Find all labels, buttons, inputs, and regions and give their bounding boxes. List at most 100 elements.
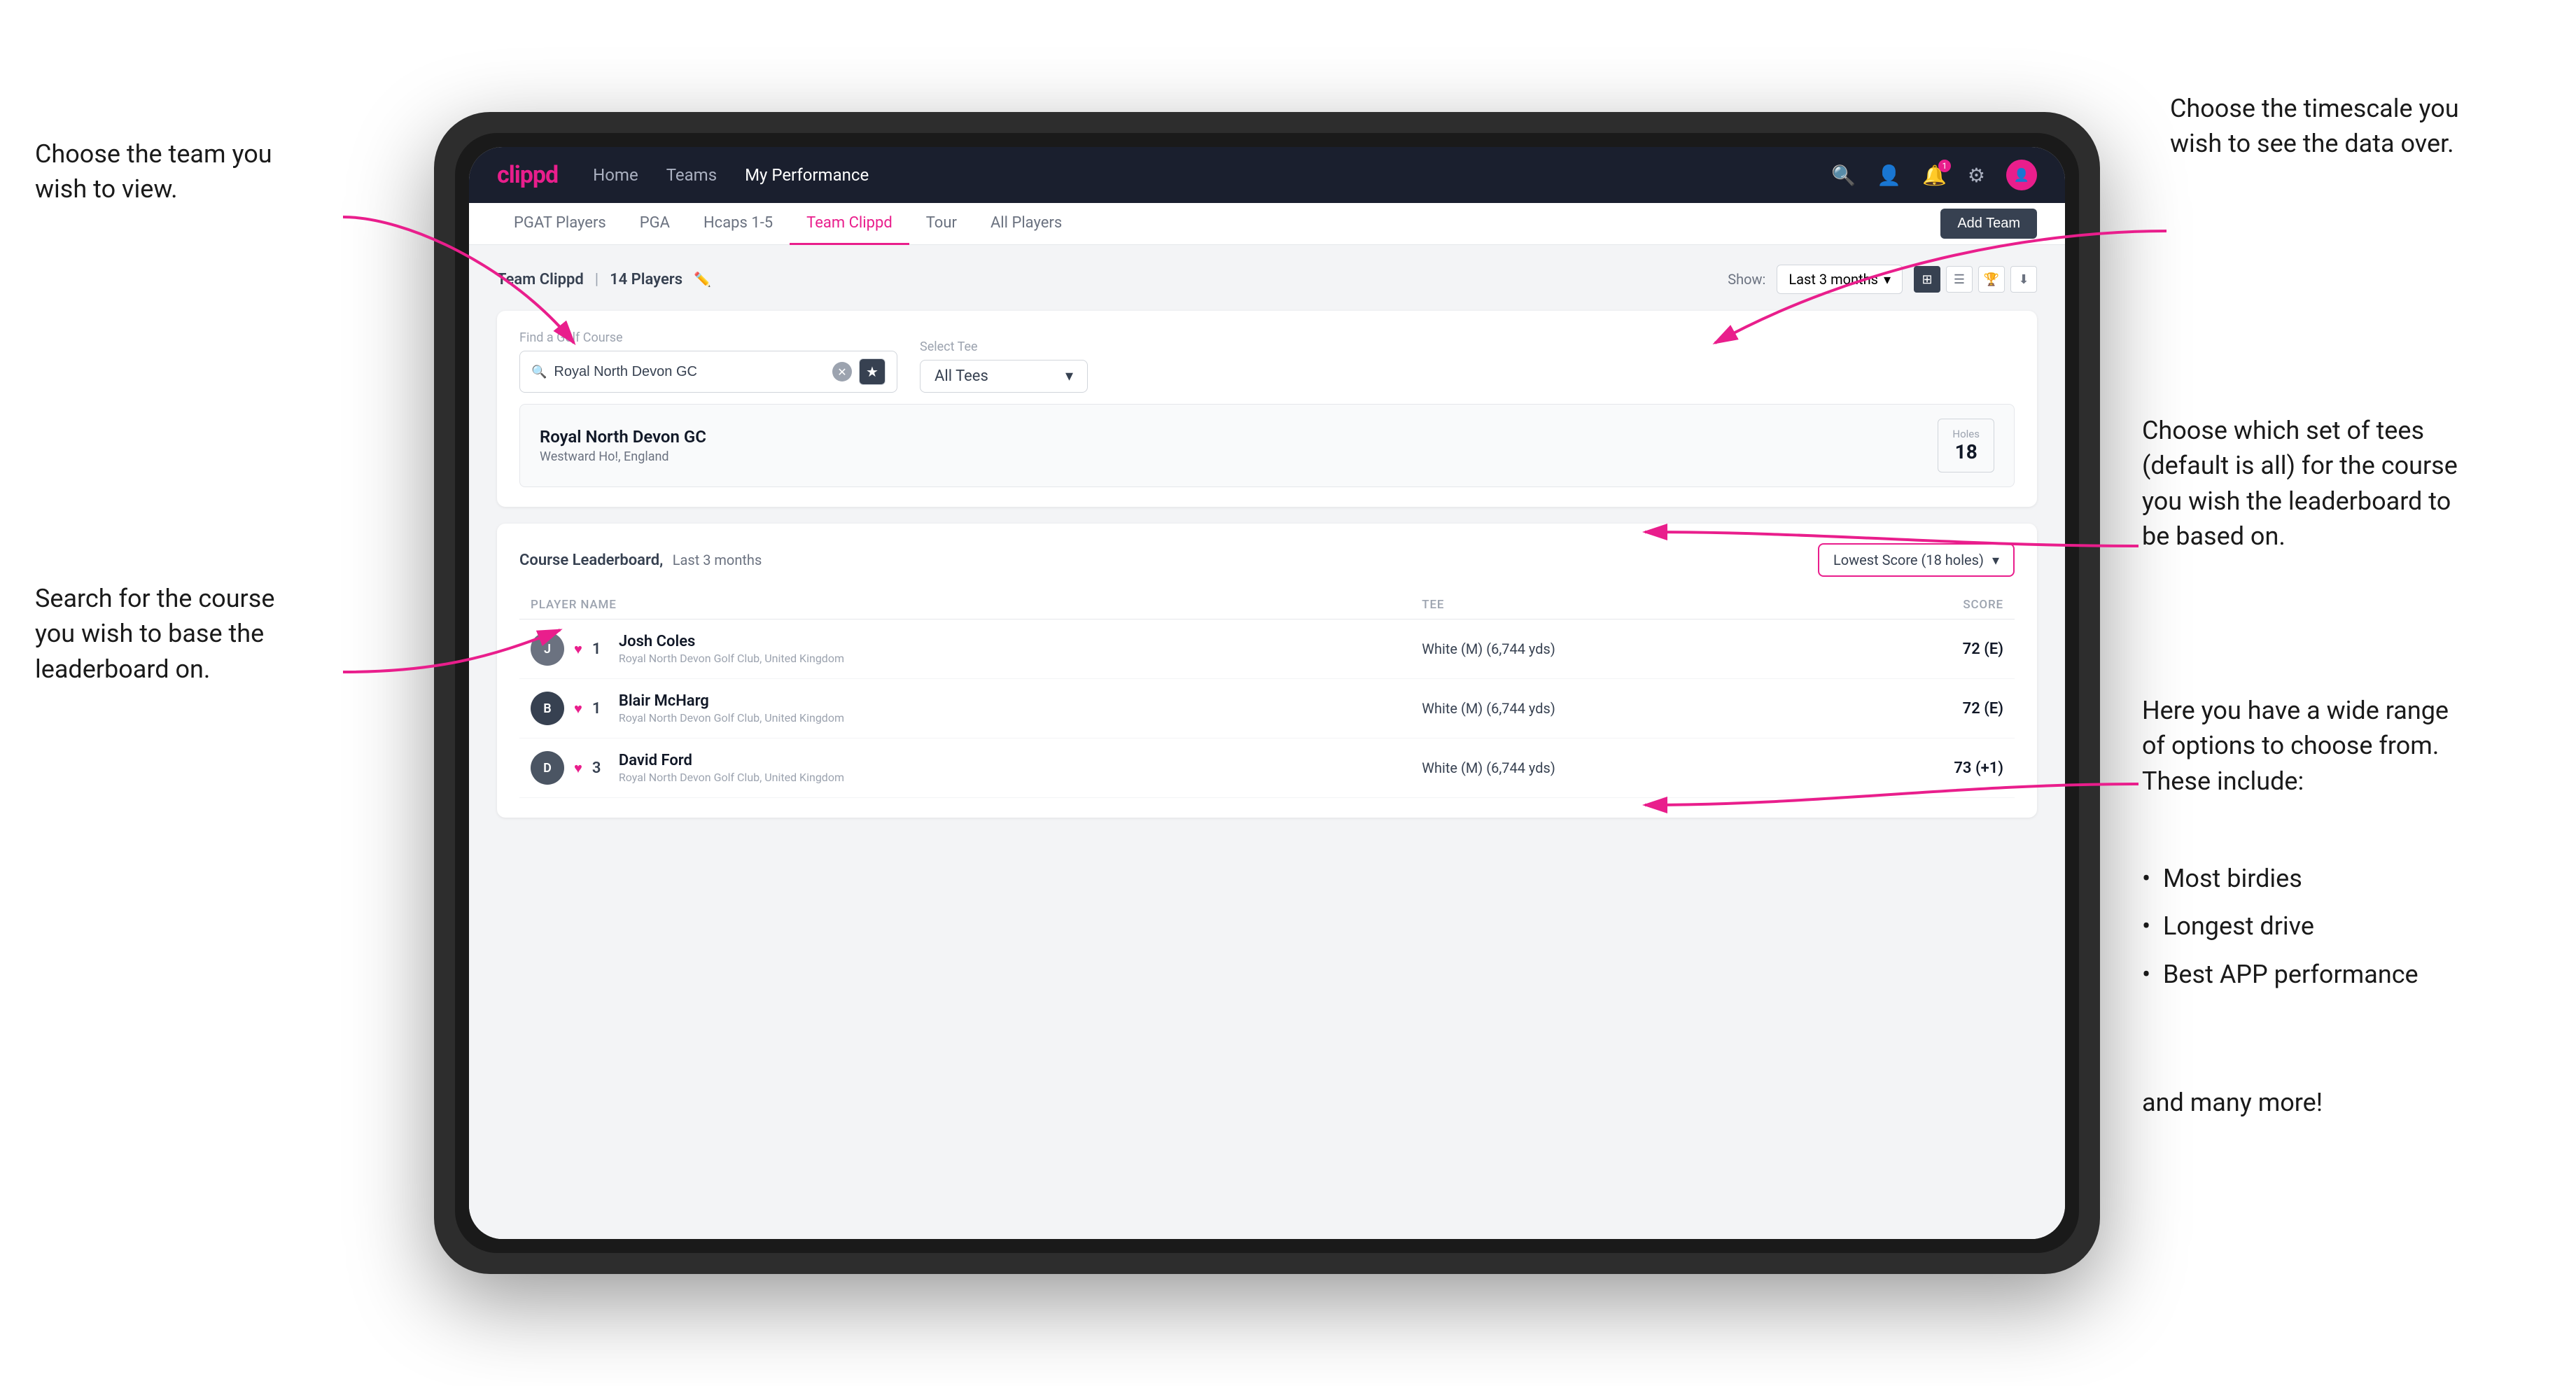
avatar[interactable]: 👤 [2006,160,2037,190]
app-area: clippd Home Teams My Performance 🔍 👤 🔔 1 [469,147,2065,1239]
player-avatar: B [531,692,564,725]
edit-icon[interactable]: ✏️ [694,271,711,288]
player-tee: White (M) (6,744 yds) [1410,620,1823,679]
tee-value: All Tees [934,368,988,385]
player-name: Blair McHarg [619,692,844,710]
subnav-tour[interactable]: Tour [909,203,974,245]
course-location: Westward Ho!, England [540,449,706,464]
time-value: Last 3 months [1788,271,1878,288]
add-team-button[interactable]: Add Team [1940,209,2037,239]
profile-icon[interactable]: 👤 [1877,164,1901,187]
sub-nav: PGAT Players PGA Hcaps 1-5 Team Clippd T… [469,203,2065,245]
trophy-view-button[interactable]: 🏆 [1978,266,2005,293]
leaderboard-header: Course Leaderboard, Last 3 months Lowest… [519,543,2015,577]
tee-chevron-icon: ▾ [1065,368,1073,385]
annotation-options-header: Here you have a wide range of options to… [2142,693,2449,799]
notification-badge: 1 [1938,160,1951,172]
nav-teams[interactable]: Teams [666,165,717,185]
holes-label: Holes [1952,428,1980,440]
time-select[interactable]: Last 3 months ▾ [1777,265,1903,294]
favorite-button[interactable]: ★ [859,358,886,385]
col-player: PLAYER NAME [519,591,1410,620]
table-row: B ♥ 1 Blair McHarg Royal North Devon Gol… [519,679,2015,738]
leaderboard-title: Course Leaderboard, Last 3 months [519,552,762,569]
sort-value: Lowest Score (18 holes) [1833,552,1984,568]
nav-icons: 🔍 👤 🔔 1 ⚙ 👤 [1831,160,2037,190]
holes-badge: Holes 18 [1938,419,1994,472]
player-avatar: D [531,751,564,785]
settings-icon[interactable]: ⚙ [1968,164,1985,187]
heart-icon[interactable]: ♥ [574,760,582,777]
nav-my-performance[interactable]: My Performance [745,165,869,185]
subnav-team-clippd[interactable]: Team Clippd [790,203,909,245]
annotation-middle-right: Choose which set of tees (default is all… [2142,413,2458,554]
table-header-row: PLAYER NAME TEE SCORE [519,591,2015,620]
download-view-button[interactable]: ⬇ [2010,266,2037,293]
annotation-top-left: Choose the team you wish to view. [35,136,272,207]
nav-links: Home Teams My Performance [593,165,1796,185]
clear-search-button[interactable]: ✕ [832,362,852,382]
player-club: Royal North Devon Golf Club, United King… [619,711,844,724]
leaderboard-card: Course Leaderboard, Last 3 months Lowest… [497,524,2037,818]
show-label: Show: [1728,271,1765,288]
player-score: 72 (E) [1824,679,2015,738]
player-avatar: J [531,632,564,666]
subnav-pgat[interactable]: PGAT Players [497,203,623,245]
tablet-inner: clippd Home Teams My Performance 🔍 👤 🔔 1 [455,133,2079,1253]
notification-icon[interactable]: 🔔 1 [1922,164,1947,187]
player-rank: 3 [592,760,609,777]
table-row: J ♥ 1 Josh Coles Royal North Devon Golf … [519,620,2015,679]
course-search-input-wrap[interactable]: 🔍 ✕ ★ [519,351,897,393]
leaderboard-table: PLAYER NAME TEE SCORE J ♥ 1 Josh Coles [519,591,2015,798]
main-scroll-area[interactable]: Team Clippd | 14 Players ✏️ Show: Last 3… [469,245,2065,1239]
select-tee-label: Select Tee [920,340,1088,354]
course-search-input[interactable] [554,364,825,380]
sort-chevron-icon: ▾ [1992,552,1999,568]
player-score: 73 (+1) [1824,738,2015,798]
player-tee: White (M) (6,744 yds) [1410,738,1823,798]
search-icon[interactable]: 🔍 [1831,164,1856,187]
subnav-pga[interactable]: PGA [623,203,687,245]
tablet-device: clippd Home Teams My Performance 🔍 👤 🔔 1 [434,112,2100,1274]
list-view-button[interactable]: ☰ [1946,266,1973,293]
leaderboard-title-wrap: Course Leaderboard, Last 3 months [519,552,762,569]
tablet-screen: clippd Home Teams My Performance 🔍 👤 🔔 1 [469,147,2065,1239]
player-score: 72 (E) [1824,620,2015,679]
list-item-drive: • Longest drive [2142,909,2418,944]
app-navbar: clippd Home Teams My Performance 🔍 👤 🔔 1 [469,147,2065,203]
holes-value: 18 [1952,440,1980,463]
heart-icon[interactable]: ♥ [574,640,582,658]
course-result: Royal North Devon GC Westward Ho!, Engla… [519,404,2015,487]
sort-select[interactable]: Lowest Score (18 holes) ▾ [1818,543,2015,577]
subnav-all-players[interactable]: All Players [974,203,1079,245]
tee-select[interactable]: All Tees ▾ [920,360,1088,393]
subnav-hcaps[interactable]: Hcaps 1-5 [687,203,790,245]
col-tee: TEE [1410,591,1823,620]
tee-field-group: Select Tee All Tees ▾ [920,340,1088,393]
find-course-label: Find a Golf Course [519,330,897,345]
list-item-birdies: • Most birdies [2142,861,2418,896]
team-title: Team Clippd | 14 Players ✏️ [497,271,711,288]
view-icons: ⊞ ☰ 🏆 ⬇ [1914,266,2037,293]
course-search-card: Find a Golf Course 🔍 ✕ ★ Select Tee [497,311,2037,507]
annotation-options-list: • Most birdies • Longest drive • Best AP… [2142,861,2418,992]
list-item-app: • Best APP performance [2142,957,2418,992]
col-score: SCORE [1824,591,2015,620]
annotation-top-right: Choose the timescale you wish to see the… [2170,91,2459,162]
player-rank: 1 [592,700,609,718]
team-header: Team Clippd | 14 Players ✏️ Show: Last 3… [497,265,2037,294]
player-club: Royal North Devon Golf Club, United King… [619,771,844,784]
player-rank: 1 [592,640,609,658]
grid-view-button[interactable]: ⊞ [1914,266,1940,293]
course-field-group: Find a Golf Course 🔍 ✕ ★ [519,330,897,393]
annotation-and-more: and many more! [2142,1085,2323,1120]
heart-icon[interactable]: ♥ [574,700,582,718]
team-name: Team Clippd [497,271,584,288]
course-search-row: Find a Golf Course 🔍 ✕ ★ Select Tee [519,330,2015,393]
nav-home[interactable]: Home [593,165,638,185]
annotation-search-course: Search for the course you wish to base t… [35,581,274,687]
player-name: Josh Coles [619,633,844,650]
player-club: Royal North Devon Golf Club, United King… [619,652,844,665]
player-name: David Ford [619,752,844,769]
search-icon: 🔍 [531,365,547,379]
